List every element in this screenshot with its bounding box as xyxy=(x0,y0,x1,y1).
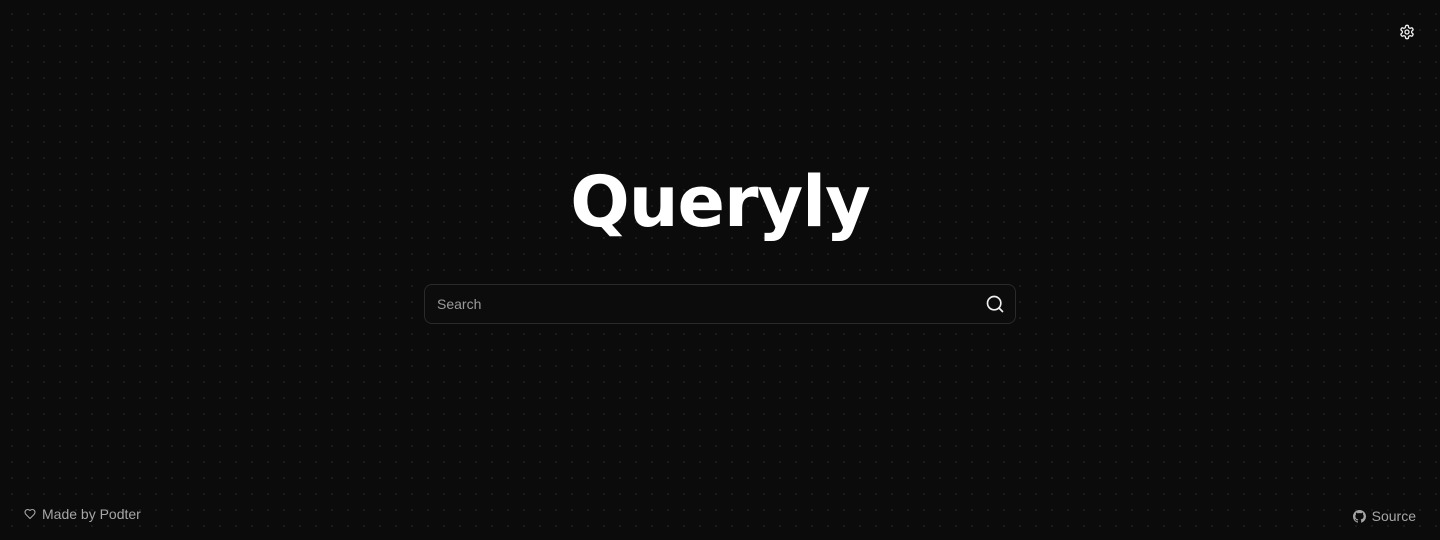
source-text: Source xyxy=(1371,508,1416,524)
search-button[interactable] xyxy=(975,285,1015,323)
search-input[interactable] xyxy=(425,285,975,323)
credit-link[interactable]: Made by Podter xyxy=(24,506,141,522)
heart-icon xyxy=(24,508,36,520)
source-link[interactable]: Source xyxy=(1352,508,1416,524)
main-content: Queryly xyxy=(0,0,1440,324)
github-icon xyxy=(1352,509,1366,523)
app-logo: Queryly xyxy=(570,161,871,243)
credit-text: Made by Podter xyxy=(42,506,141,522)
search-bar xyxy=(424,284,1016,324)
search-icon xyxy=(985,294,1005,314)
